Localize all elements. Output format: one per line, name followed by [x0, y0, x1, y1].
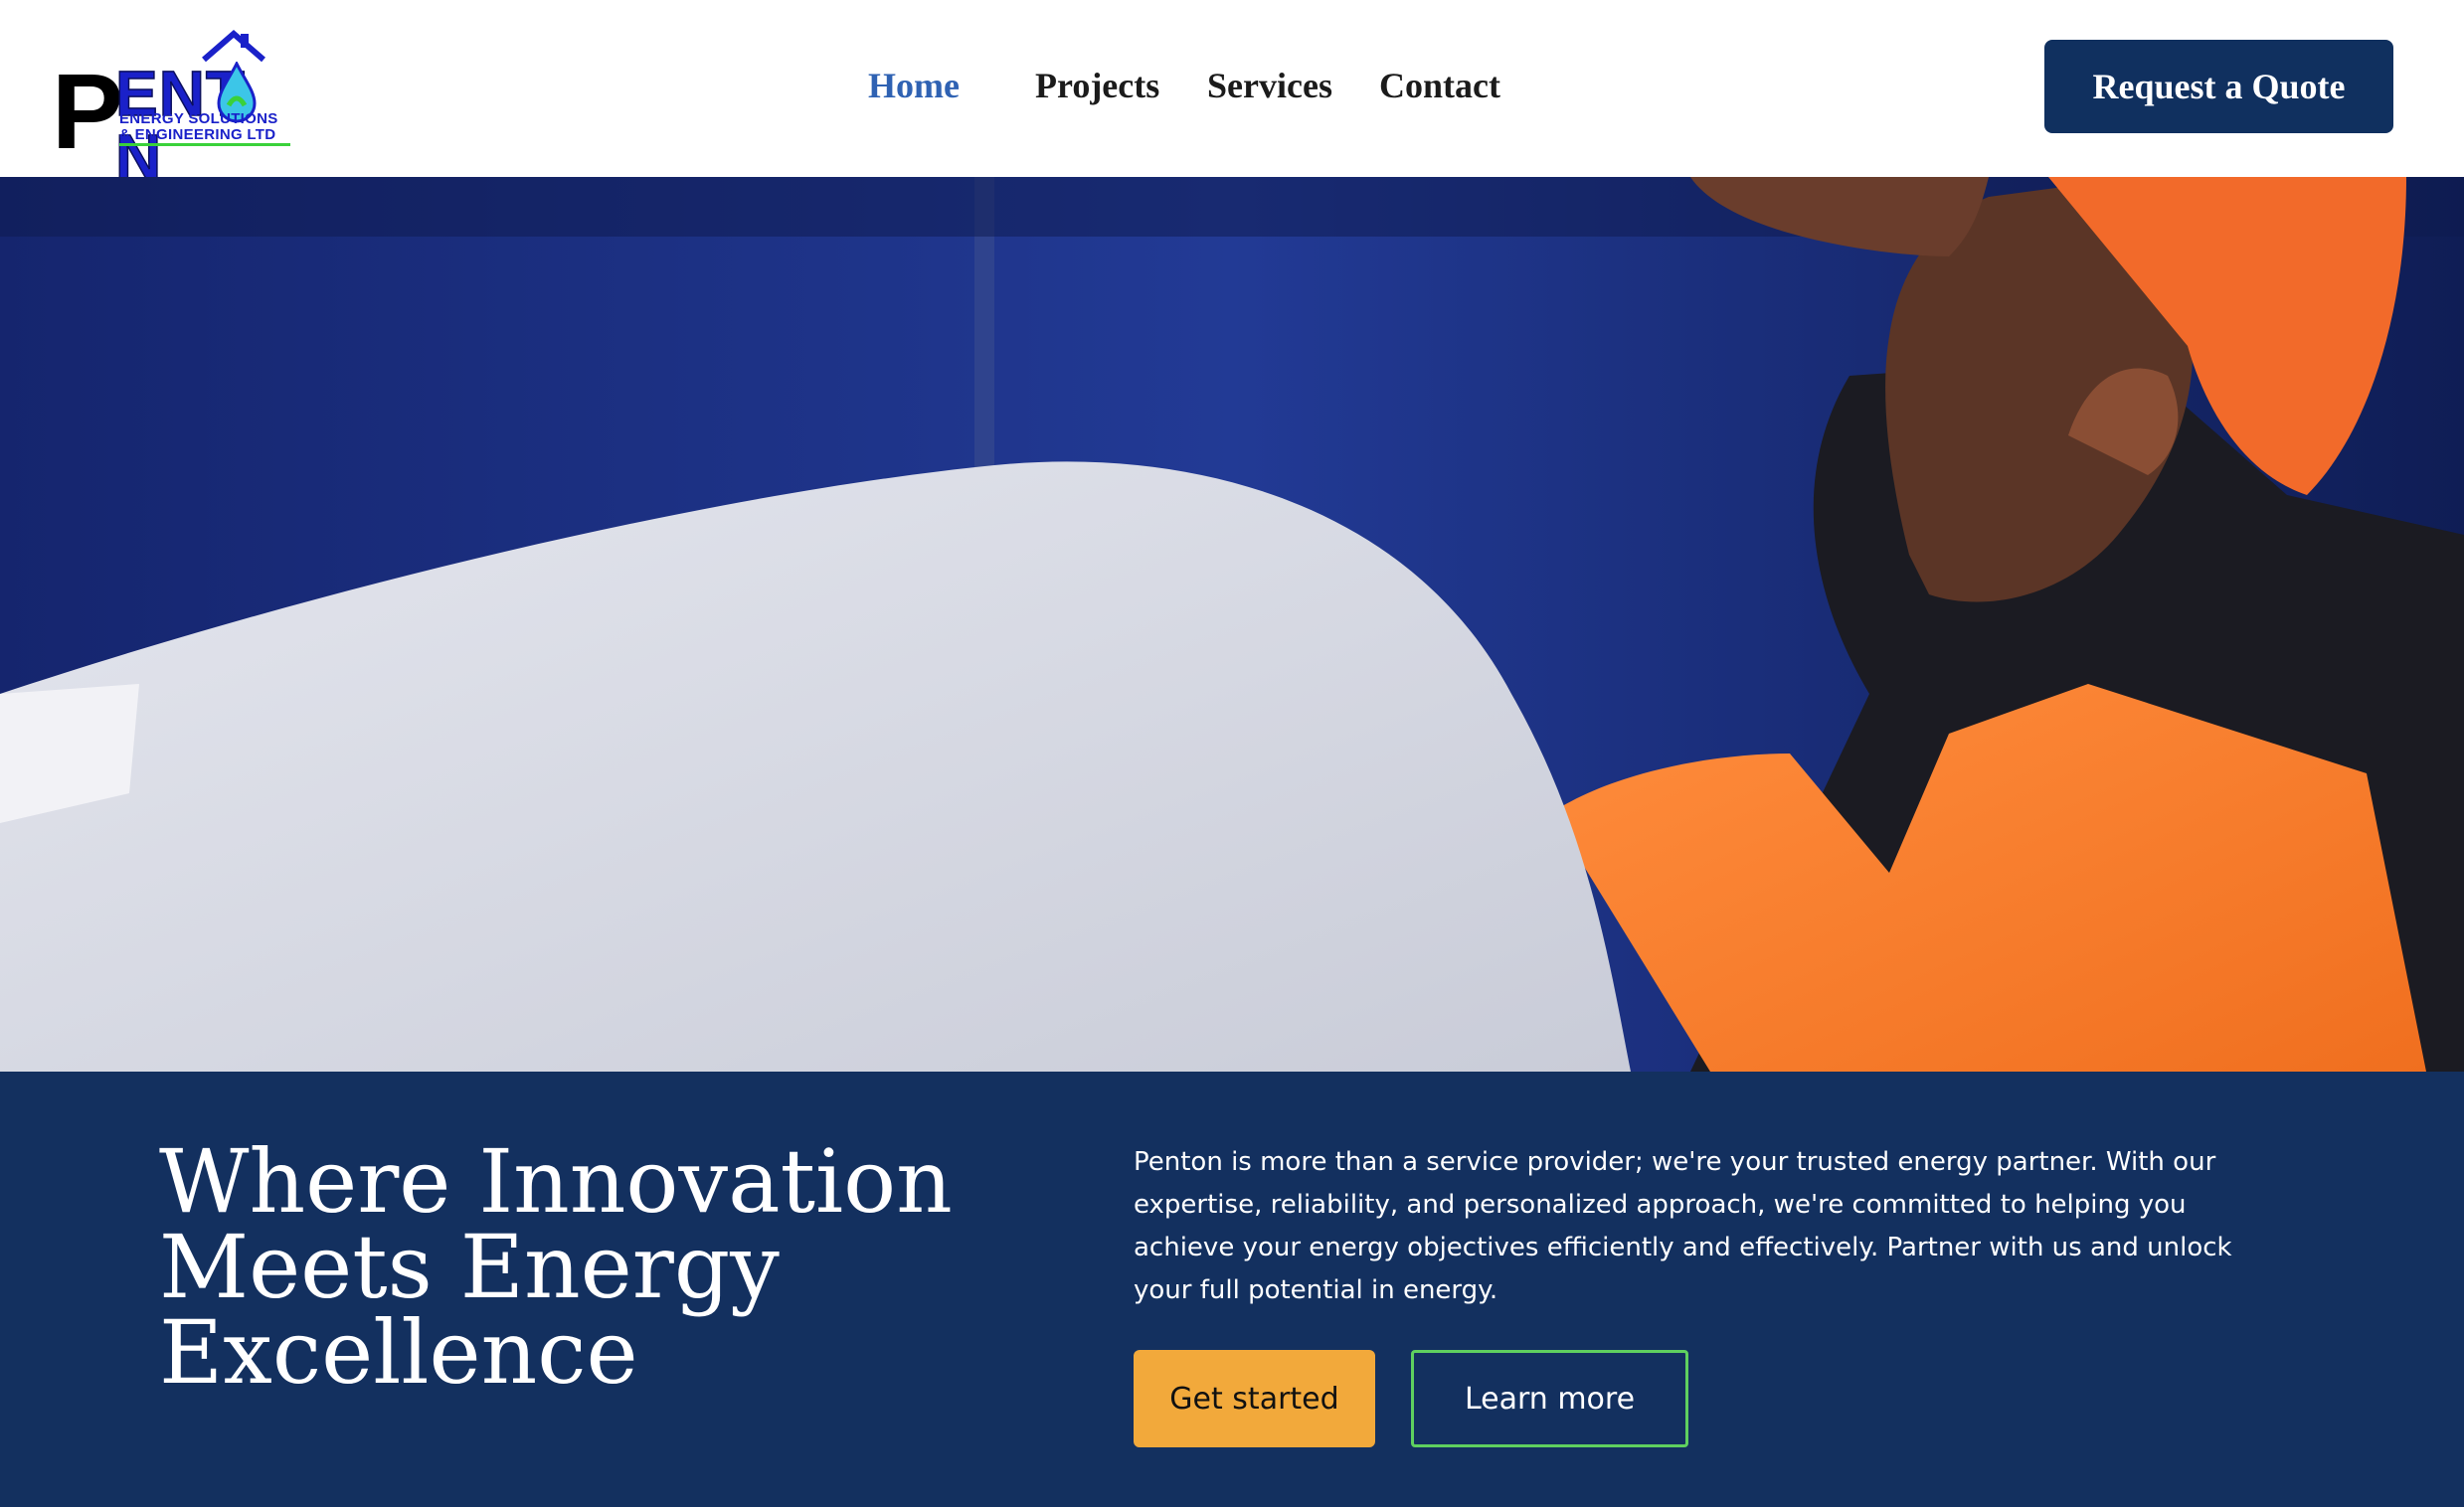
hero-blurb: Penton is more than a service provider; …: [1134, 1147, 2232, 1305]
logo-letter: P: [52, 51, 124, 171]
nav-services[interactable]: Services: [1207, 60, 1332, 111]
nav-contact[interactable]: Contact: [1379, 60, 1500, 111]
get-started-button[interactable]: Get started: [1134, 1350, 1375, 1447]
penton-logo[interactable]: P ENT N ENERGY SOLUTIONS & ENGINEERING L…: [50, 28, 298, 190]
nav-home[interactable]: Home: [868, 60, 960, 111]
hero-band: Where Innovation Meets Energy Excellence…: [0, 1072, 2464, 1507]
learn-more-button[interactable]: Learn more: [1411, 1350, 1688, 1447]
site-header: P ENT N ENERGY SOLUTIONS & ENGINEERING L…: [0, 0, 2464, 190]
logo-underline: [119, 143, 290, 146]
hero-image: [0, 177, 2464, 1072]
hero-headline: Where Innovation Meets Energy Excellence: [159, 1130, 953, 1404]
logo-tagline-1: ENERGY SOLUTIONS: [119, 110, 278, 127]
request-quote-button[interactable]: Request a Quote: [2044, 40, 2393, 133]
logo-tagline-2: & ENGINEERING LTD: [119, 126, 276, 143]
nav-projects[interactable]: Projects: [1035, 60, 1159, 111]
